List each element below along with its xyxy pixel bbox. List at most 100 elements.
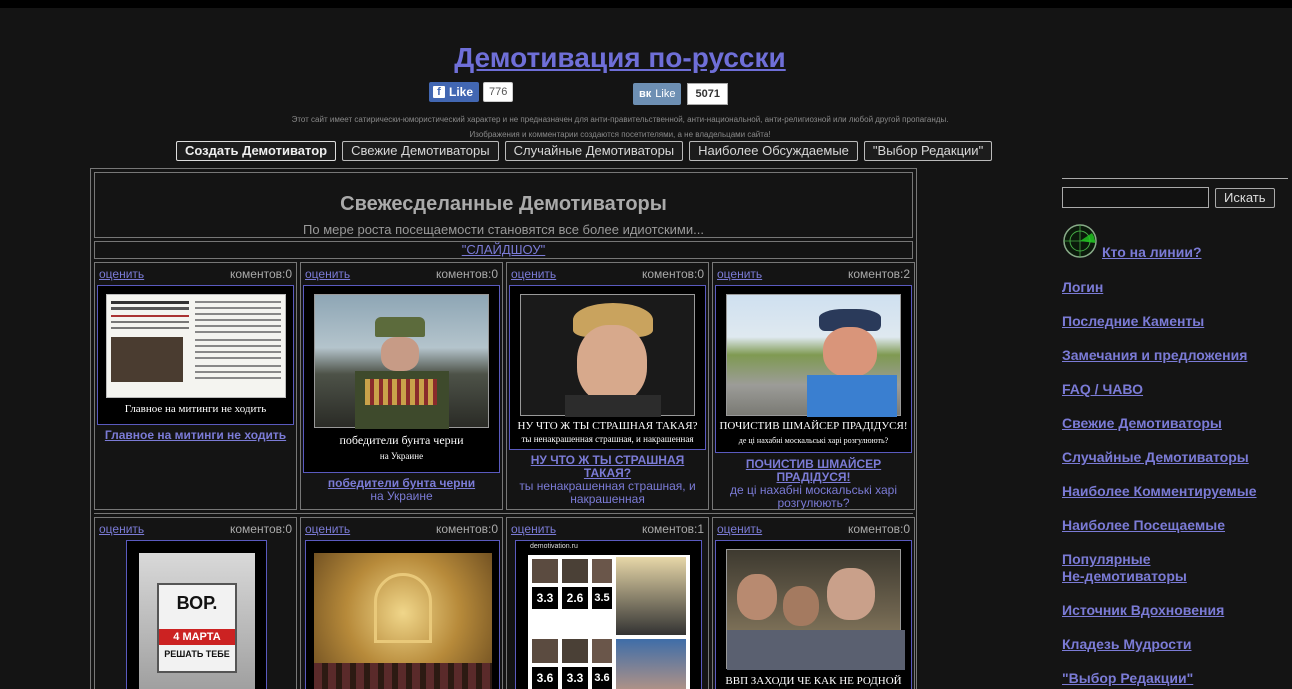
rate-link[interactable]: оценить <box>717 522 762 536</box>
image-caption: ВВП ЗАХОДИ ЧЕ КАК НЕ РОДНОЙ <box>725 675 902 687</box>
slideshow-bar: "СЛАЙДШОУ" <box>94 241 913 259</box>
sidebar-link-wisdom[interactable]: Кладезь Мудрости <box>1062 636 1192 653</box>
card-title-link[interactable]: Главное на митинги не ходить <box>99 429 292 442</box>
vk-like-button[interactable]: вк Like <box>633 83 682 105</box>
editors-choice-button[interactable]: "Выбор Редакции" <box>863 141 993 161</box>
sidebar-link-feedback[interactable]: Замечания и предложения <box>1062 347 1247 364</box>
disclaimer-text: Этот сайт имеет сатирически-юмористическ… <box>291 115 949 124</box>
grade-label: 2.6 <box>562 587 588 609</box>
fresh-demotivators-button[interactable]: Свежие Демотиваторы <box>342 141 499 161</box>
sidebar-link-most-commented[interactable]: Наиболее Комментируемые <box>1062 483 1257 500</box>
rate-link[interactable]: оценить <box>305 522 350 536</box>
comment-count: коментов:0 <box>641 267 704 281</box>
section-subheading: По мере роста посещаемости становятся вс… <box>303 222 704 237</box>
demotivator-image[interactable]: ПОЧИСТИВ ШМАЙСЕР ПРАДІДУСЯ! де ці нахабн… <box>715 285 912 453</box>
site-title-link[interactable]: Демотивация по-русски <box>454 42 785 73</box>
demotivator-card: оценить коментов:0 ВВП ЗАХОДИ ЧЕ КАК НЕ … <box>712 517 915 689</box>
photo: ВОР. 4 МАРТА РЕШАТЬ ТЕБЕ <box>139 553 255 689</box>
facebook-like-count: 776 <box>483 82 514 102</box>
demotivator-card: оценить коментов:2 ПОЧИСТИВ ШМАЙСЕР ПРАД… <box>712 262 915 510</box>
search-button[interactable]: Искать <box>1215 188 1275 208</box>
section-header: Свежесделанные Демотиваторы По мере рост… <box>94 172 913 238</box>
sidebar-link-editors-choice[interactable]: "Выбор Редакции" <box>1062 670 1193 687</box>
demotivator-image[interactable]: победители бунта черни на Украине <box>303 285 500 473</box>
grade-label: 3.6 <box>532 667 558 689</box>
demotivator-image[interactable]: demotivation.ru 3.3 2.6 3.5 3.6 3.3 3.6 <box>515 540 702 689</box>
create-demotivator-button[interactable]: Создать Демотиватор <box>176 141 337 161</box>
top-bar <box>0 0 1292 8</box>
photo <box>726 549 905 670</box>
sidebar-link-fresh[interactable]: Свежие Демотиваторы <box>1062 415 1222 432</box>
demotivator-card: оценить коментов:0 победители бунта черн… <box>300 262 503 510</box>
photo: 3.3 2.6 3.5 3.6 3.3 3.6 <box>528 555 690 689</box>
grade-label: 3.5 <box>592 587 612 609</box>
image-caption: НУ ЧТО Ж ТЫ СТРАШНАЯ ТАКАЯ? <box>517 420 698 432</box>
demotivator-image[interactable]: Главное на митинги не ходить <box>97 285 294 425</box>
demotivator-image[interactable]: ВОР. 4 МАРТА РЕШАТЬ ТЕБЕ <box>126 540 267 689</box>
grade-label: 3.3 <box>562 667 588 689</box>
vk-like-count: 5071 <box>687 83 728 105</box>
vk-like-label: Like <box>655 88 676 100</box>
facebook-icon: f <box>433 86 445 98</box>
sidebar-link-latest-comments[interactable]: Последние Каменты <box>1062 313 1204 330</box>
image-subcaption: ты ненакрашенная страшная, и накрашенная <box>521 434 694 444</box>
demotivator-card: оценить коментов:0 ВОР. 4 МАРТА РЕШАТЬ Т… <box>94 517 297 689</box>
comment-count: коментов:0 <box>847 522 910 536</box>
vk-icon: вк <box>639 88 652 100</box>
rate-link[interactable]: оценить <box>99 522 144 536</box>
screenshot-thumbnail <box>106 294 286 398</box>
comment-count: коментов:0 <box>435 267 498 281</box>
photo <box>520 294 695 417</box>
radar-icon <box>1063 224 1097 258</box>
demotivator-image[interactable]: НУ ЧТО Ж ТЫ СТРАШНАЯ ТАКАЯ? ты ненакраше… <box>509 285 706 450</box>
rate-link[interactable]: оценить <box>305 267 350 281</box>
rate-link[interactable]: оценить <box>99 267 144 281</box>
main-nav: Создать Демотиватор Свежие Демотиваторы … <box>176 141 993 161</box>
section-heading: Свежесделанные Демотиваторы <box>340 193 667 215</box>
image-caption: ПОЧИСТИВ ШМАЙСЕР ПРАДІДУСЯ! <box>719 420 908 432</box>
card-header: оценить коментов:0 <box>305 267 498 281</box>
sidebar-link-inspiration[interactable]: Источник Вдохновения <box>1062 602 1224 619</box>
disclaimer-text-2: Изображения и комментарии создаются посе… <box>469 130 771 139</box>
card-header: оценить коментов:0 <box>717 522 910 536</box>
demotivator-image[interactable]: ВВП ЗАХОДИ ЧЕ КАК НЕ РОДНОЙ <box>715 540 912 689</box>
sidebar-link-random[interactable]: Случайные Демотиваторы <box>1062 449 1249 466</box>
site-title: Демотивация по-русски <box>0 42 1240 74</box>
card-subtitle-link[interactable]: де ці нахабні москальські харі розгулюют… <box>717 484 910 510</box>
who-online-link[interactable]: Кто на линии? <box>1102 244 1202 261</box>
facebook-like-widget: f Like 776 <box>429 82 514 102</box>
demotivator-image[interactable] <box>305 540 500 689</box>
sidebar-link-most-visited[interactable]: Наиболее Посещаемые <box>1062 517 1225 534</box>
search-input[interactable] <box>1062 187 1209 208</box>
photo <box>314 553 492 689</box>
poster-date: 4 МАРТА <box>159 629 235 645</box>
rate-link[interactable]: оценить <box>511 267 556 281</box>
card-subtitle-link[interactable]: на Украине <box>305 490 498 503</box>
sidebar-link-login[interactable]: Логин <box>1062 279 1103 296</box>
comment-count: коментов:0 <box>229 522 292 536</box>
image-subcaption: де ці нахабні москальські харі розгулюют… <box>738 436 889 445</box>
sidebar-link-non-demotivators[interactable]: Не-демотиваторы <box>1062 568 1187 585</box>
image-caption: победители бунта черни <box>339 433 464 447</box>
card-title-link[interactable]: НУ ЧТО Ж ТЫ СТРАШНАЯ ТАКАЯ? <box>511 454 704 480</box>
comment-count: коментов:2 <box>847 267 910 281</box>
grade-label: 3.3 <box>532 587 558 609</box>
poster-text: ВОР. <box>176 593 218 613</box>
sidebar-link-faq[interactable]: FAQ / ЧАВО <box>1062 381 1143 398</box>
poster-slogan: РЕШАТЬ ТЕБЕ <box>164 649 230 659</box>
rate-link[interactable]: оценить <box>511 522 556 536</box>
card-header: оценить коментов:0 <box>99 522 292 536</box>
comment-count: коментов:0 <box>229 267 292 281</box>
rate-link[interactable]: оценить <box>717 267 762 281</box>
demotivator-card: оценить коментов:0 НУ ЧТО Ж ТЫ СТРАШНАЯ … <box>506 262 709 510</box>
slideshow-link[interactable]: "СЛАЙДШОУ" <box>462 242 546 257</box>
most-discussed-button[interactable]: Наиболее Обсуждаемые <box>689 141 858 161</box>
facebook-like-button[interactable]: f Like <box>429 82 480 102</box>
vk-like-widget: вк Like 5071 <box>633 83 728 105</box>
card-title-link[interactable]: ПОЧИСТИВ ШМАЙСЕР ПРАДІДУСЯ! <box>717 458 910 484</box>
row-separator <box>94 513 913 514</box>
photo <box>726 294 901 417</box>
random-demotivators-button[interactable]: Случайные Демотиваторы <box>504 141 684 161</box>
sidebar-link-popular[interactable]: Популярные <box>1062 551 1150 568</box>
card-subtitle-link[interactable]: ты ненакрашенная страшная, и накрашенная <box>511 480 704 506</box>
